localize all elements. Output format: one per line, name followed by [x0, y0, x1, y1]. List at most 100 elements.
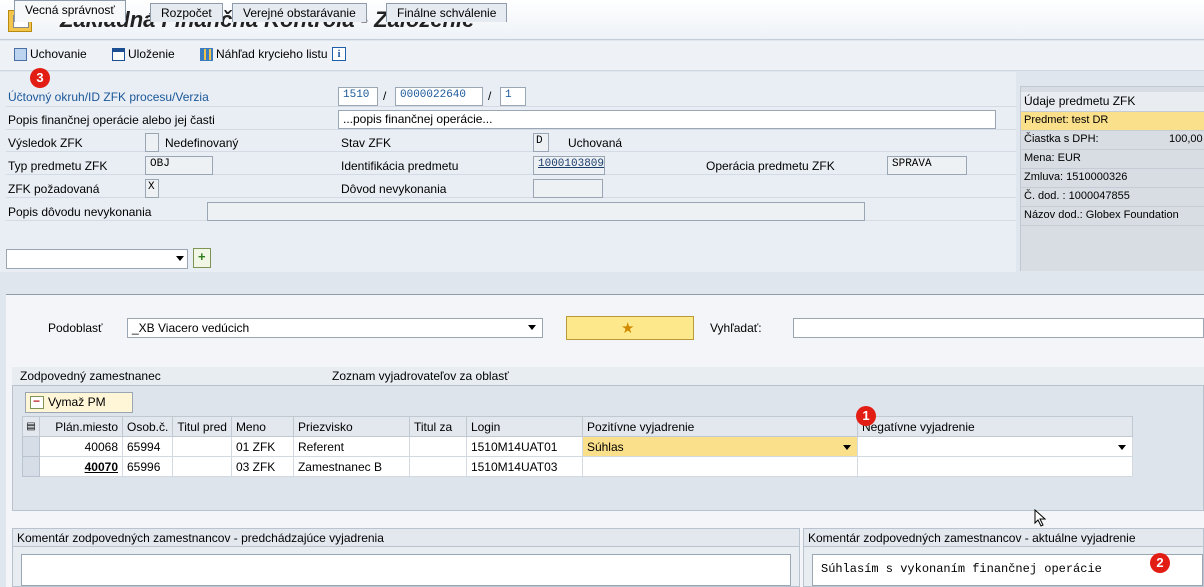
uchovanie-button[interactable]: Uchovanie	[14, 47, 87, 61]
annotation-badge-2: 2	[1150, 553, 1170, 573]
tab-finalne-schvalenie[interactable]: Finálne schválenie	[386, 3, 508, 22]
zfk-ciastka-label: Čiastka s DPH:	[1024, 133, 1099, 145]
cell-login: 1510M14UAT03	[465, 456, 583, 477]
row-selector[interactable]	[22, 436, 40, 457]
star-add-icon: ★	[621, 320, 635, 337]
col-login[interactable]: Login	[465, 416, 583, 437]
delete-pm-label: Vymaž PM	[48, 395, 106, 409]
zfk-pozadovana-checkbox[interactable]: X	[145, 179, 159, 198]
delete-pm-button[interactable]: Vymaž PM	[25, 392, 133, 413]
save-disk-icon	[112, 47, 125, 61]
col-osobne-cislo[interactable]: Osob.č.	[121, 416, 174, 437]
variant-dropdown[interactable]	[6, 249, 188, 269]
separator-1: /	[383, 89, 387, 103]
col-priezvisko[interactable]: Priezvisko	[292, 416, 410, 437]
separator-2: /	[488, 89, 492, 103]
typ-predmetu-label: Typ predmetu ZFK	[8, 159, 108, 173]
col-pozitivne[interactable]: Pozitívne vyjadrenie	[581, 416, 858, 437]
vyhladat-input[interactable]	[793, 318, 1204, 338]
zoznam-vyjadrovatelov-label: Zoznam vyjadrovateľov za oblasť	[332, 369, 509, 383]
table-row: 40070 65996 03 ZFK Zamestnanec B 1510M14…	[22, 456, 1133, 477]
vysledok-checkbox	[145, 133, 159, 152]
chevron-down-icon	[1117, 445, 1126, 450]
zfk-ciastka-row: Čiastka s DPH: 100,00	[1021, 131, 1204, 150]
comment-current-header: Komentár zodpovedných zamestnancov - akt…	[804, 529, 1203, 547]
popis-operacie-input[interactable]: ...popis finančnej operácie...	[338, 110, 996, 129]
ulozenie-button[interactable]: Uloženie	[112, 47, 175, 61]
cell-titul-pred	[172, 456, 232, 477]
cell-osobne-cislo: 65994	[121, 436, 174, 457]
id-zfk-field[interactable]: 0000022640	[395, 87, 483, 106]
comment-previous-textarea[interactable]	[21, 554, 791, 586]
add-variant-icon[interactable]	[193, 248, 211, 268]
dovod-nevykonania-field[interactable]	[533, 179, 603, 198]
tab-rozpocet[interactable]: Rozpočet	[150, 3, 223, 22]
cell-titul-za	[408, 456, 467, 477]
cell-titul-pred	[172, 436, 232, 457]
col-plan-miesto[interactable]: Plán.miesto	[39, 416, 123, 437]
cell-negativne	[856, 456, 1133, 477]
plan-miesto-link[interactable]: 40070	[85, 460, 118, 474]
zfk-detail-panel: Údaje predmetu ZFK Predmet: test DR Čias…	[1020, 86, 1204, 271]
pozitivne-dropdown[interactable]: Súhlas	[581, 436, 858, 457]
row-selector[interactable]	[22, 456, 40, 477]
cell-titul-za	[408, 436, 467, 457]
cell-meno: 03 ZFK	[230, 456, 294, 477]
zfk-panel-header: Údaje predmetu ZFK	[1021, 92, 1204, 112]
comment-current-textarea[interactable]: Súhlasím s vykonaním finančnej operácie	[812, 554, 1203, 586]
chevron-down-icon	[176, 256, 184, 261]
podoblast-label: Podoblasť	[48, 321, 103, 335]
stav-code-field: D	[533, 133, 549, 152]
cell-pozitivne	[581, 456, 858, 477]
comment-current-panel: Komentár zodpovedných zamestnancov - akt…	[803, 528, 1204, 587]
cell-plan-miesto: 40068	[39, 436, 123, 457]
mouse-cursor-icon	[1034, 509, 1047, 527]
zfk-cislo-dodavatela: Č. dod. : 1000047855	[1021, 188, 1204, 207]
zfk-pozadovana-label: ZFK požadovaná	[8, 182, 100, 196]
select-all-icon[interactable]: ▤	[22, 416, 40, 437]
uchovanie-icon	[14, 47, 27, 61]
popis-dovodu-label: Popis dôvodu nevykonania	[8, 205, 152, 219]
negativne-dropdown[interactable]	[856, 436, 1133, 457]
tab-verejne-obstaravanie[interactable]: Verejné obstarávanie	[232, 3, 367, 22]
cell-plan-miesto[interactable]: 40070	[39, 456, 123, 477]
verzia-field[interactable]: 1	[500, 87, 526, 106]
uchovanie-label: Uchovanie	[30, 47, 87, 61]
chevron-down-icon	[842, 445, 851, 450]
col-titul-pred[interactable]: Titul pred	[172, 416, 232, 437]
uctovny-okruh-label[interactable]: Účtovný okruh/ID ZFK procesu/Verzia	[8, 90, 209, 104]
toolbar: Uchovanie Uloženie Náhľad krycieho listu…	[0, 41, 1204, 71]
stav-value: Uchovaná	[568, 136, 623, 150]
cell-meno: 01 ZFK	[230, 436, 294, 457]
popis-operacie-label: Popis finančnej operácie alebo jej časti	[8, 113, 215, 127]
preview-icon	[200, 47, 213, 61]
vysledok-label: Výsledok ZFK	[8, 136, 83, 150]
podoblast-dropdown[interactable]: _XB Viacero vedúcich	[127, 318, 543, 338]
identifikacia-field[interactable]: 1000103809	[533, 156, 605, 175]
col-meno[interactable]: Meno	[230, 416, 294, 437]
col-titul-za[interactable]: Titul za	[408, 416, 467, 437]
cell-osobne-cislo: 65996	[121, 456, 174, 477]
zfk-nazov-dodavatela: Názov dod.: Globex Foundation	[1021, 207, 1204, 226]
okruh-field[interactable]: 1510	[338, 87, 378, 106]
annotation-badge-3: 3	[30, 68, 50, 88]
annotation-badge-1: 1	[856, 406, 876, 426]
nahlad-button[interactable]: Náhľad krycieho listu	[200, 47, 328, 61]
pozitivne-value: Súhlas	[586, 439, 624, 454]
info-icon: i	[332, 47, 346, 61]
vysledok-value: Nedefinovaný	[165, 136, 239, 150]
info-button[interactable]: i	[332, 47, 346, 61]
col-negativne[interactable]: Negatívne vyjadrenie	[856, 416, 1133, 437]
tab-vecna-spravnost[interactable]: Vecná správnosť	[14, 0, 126, 22]
add-favorite-button[interactable]: ★	[566, 316, 694, 340]
employees-table: ▤ Plán.miesto Osob.č. Titul pred Meno Pr…	[22, 416, 1133, 477]
employee-section-header: Zodpovedný zamestnanec Zoznam vyjadrovat…	[12, 367, 1204, 386]
popis-dovodu-field[interactable]	[207, 202, 865, 221]
zfk-predmet: Predmet: test DR	[1021, 112, 1204, 131]
vyhladat-label: Vyhľadať:	[710, 321, 762, 335]
chevron-down-icon	[528, 325, 536, 330]
dovod-nevykonania-label: Dôvod nevykonania	[341, 182, 447, 196]
table-header-row: ▤ Plán.miesto Osob.č. Titul pred Meno Pr…	[22, 416, 1133, 437]
zfk-mena: Mena: EUR	[1021, 150, 1204, 169]
cell-priezvisko: Zamestnanec B	[292, 456, 410, 477]
